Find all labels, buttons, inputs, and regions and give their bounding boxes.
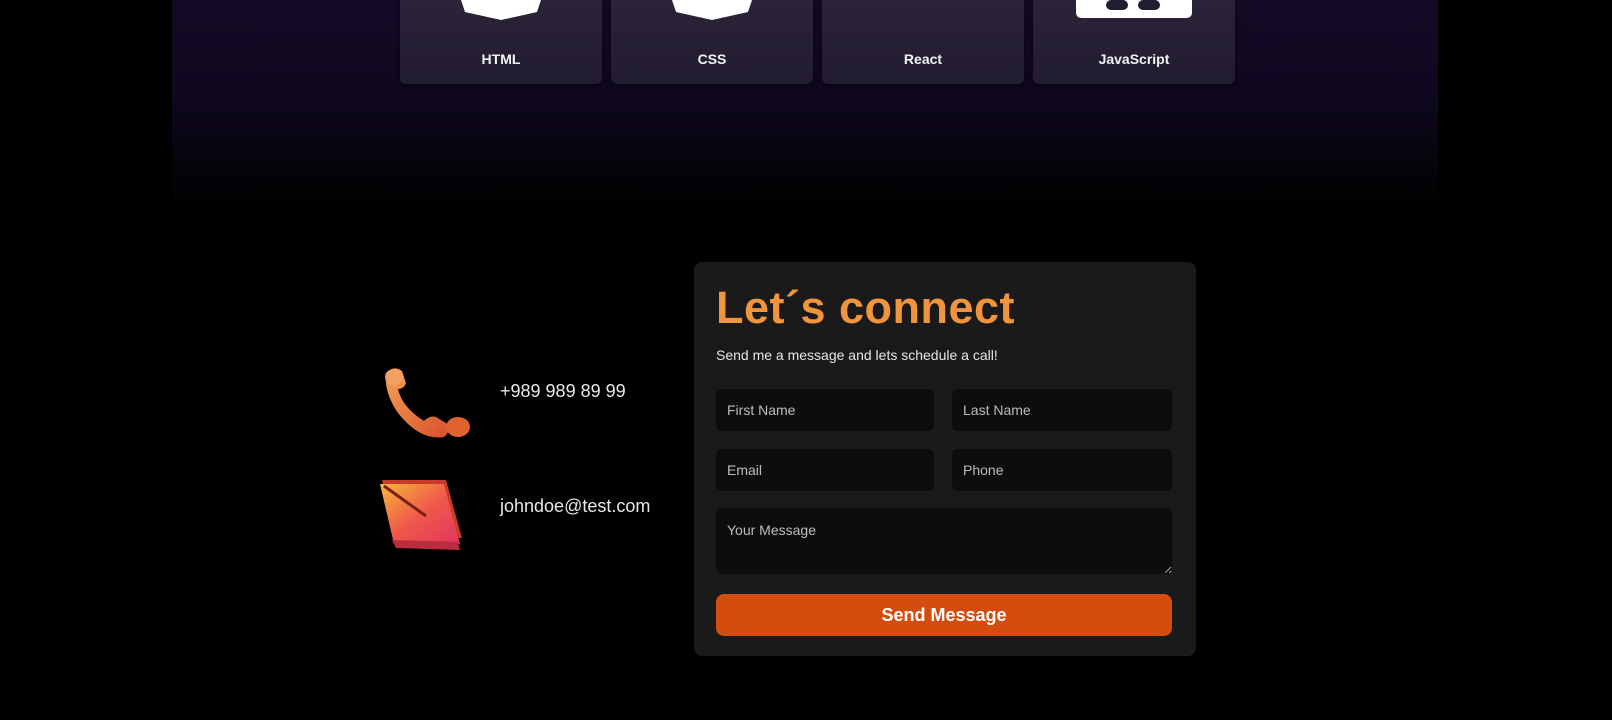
skill-card-javascript: JavaScript [1033, 0, 1235, 84]
skill-label: React [903, 51, 943, 67]
skill-label: HTML [481, 51, 521, 67]
first-name-input[interactable] [716, 389, 934, 431]
skill-card-css: CSS [611, 0, 813, 84]
javascript-icon [1076, 0, 1192, 18]
html5-shield-icon [461, 0, 541, 20]
message-textarea[interactable] [716, 508, 1172, 574]
skills-grid: HTML CSS React JavaScript [400, 0, 1236, 84]
last-name-input[interactable] [952, 389, 1172, 431]
css3-shield-icon [672, 0, 752, 20]
phone-row: +989 989 89 99 [380, 365, 680, 445]
skill-card-html: HTML [400, 0, 602, 84]
telephone-icon [385, 368, 470, 438]
form-title: Let´s connect [716, 282, 1016, 333]
skill-label: JavaScript [1098, 51, 1170, 67]
form-subtitle: Send me a message and lets schedule a ca… [716, 347, 998, 363]
envelope-icon [380, 480, 462, 550]
email-address: johndoe@test.com [500, 496, 651, 516]
email-row: johndoe@test.com [380, 480, 680, 560]
page: HTML CSS React JavaScript +989 989 89 99… [0, 0, 1612, 720]
skill-card-react: React [822, 0, 1024, 84]
phone-number: +989 989 89 99 [500, 381, 626, 401]
contact-form-card: Let´s connect Send me a message and lets… [694, 262, 1196, 656]
skill-label: CSS [697, 51, 727, 67]
email-input[interactable] [716, 449, 934, 491]
react-icon [892, 0, 954, 9]
phone-input[interactable] [952, 449, 1172, 491]
send-message-button[interactable]: Send Message [716, 594, 1172, 636]
